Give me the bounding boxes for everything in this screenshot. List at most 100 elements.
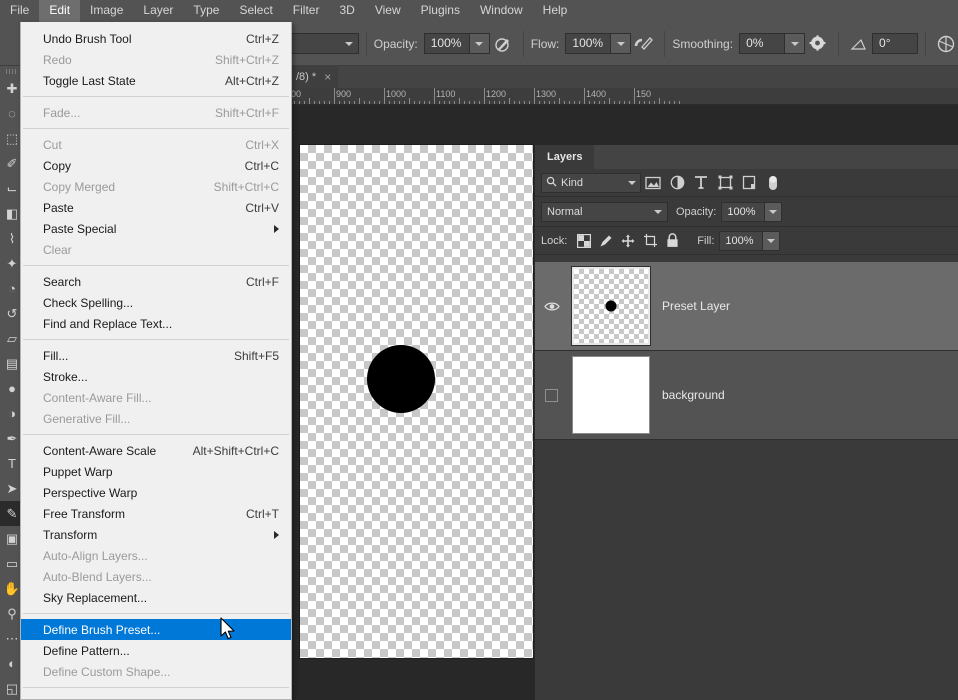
tab-layers[interactable]: Layers [535, 145, 594, 169]
edit-menu-item-define-brush-preset[interactable]: Define Brush Preset... [21, 619, 291, 640]
layer-kind-filter[interactable]: Kind [541, 173, 641, 193]
flow-combo[interactable]: 100% [565, 33, 631, 54]
layer-thumbnail[interactable] [572, 356, 650, 434]
document-canvas[interactable] [300, 145, 533, 658]
brush-mode-combo[interactable] [289, 22, 359, 66]
edit-menu-item-transform[interactable]: Transform [21, 524, 291, 545]
menu-help[interactable]: Help [533, 0, 578, 22]
screen-mode-button-glyph: ◱ [6, 682, 18, 695]
symmetry-icon[interactable] [933, 31, 958, 57]
edit-menu-item-sky-replacement[interactable]: Sky Replacement... [21, 587, 291, 608]
eraser-tool-glyph: ▱ [7, 332, 17, 345]
quick-mask-button-glyph: ◐ [8, 657, 16, 670]
menu-item-label: Check Spelling... [43, 296, 279, 310]
fill-dropdown-button[interactable] [763, 231, 780, 251]
lock-artboard-nesting-icon[interactable] [639, 230, 661, 252]
edit-menu-item-find-and-replace-text[interactable]: Find and Replace Text... [21, 313, 291, 334]
layer-opacity-input[interactable]: 100% [721, 202, 765, 222]
layer-row[interactable]: Preset Layer [535, 262, 958, 351]
edit-menu-item-paste[interactable]: PasteCtrl+V [21, 197, 291, 218]
blur-tool-glyph: ● [8, 382, 16, 395]
ruler-minor-tick [554, 101, 555, 104]
edit-menu-item-free-transform[interactable]: Free TransformCtrl+T [21, 503, 291, 524]
edit-menu-item-check-spelling[interactable]: Check Spelling... [21, 292, 291, 313]
layer-name[interactable]: Preset Layer [654, 299, 730, 313]
layer-opacity-dropdown-button[interactable] [765, 202, 782, 222]
lock-all-icon[interactable] [661, 230, 683, 252]
edit-menu-item-copy[interactable]: CopyCtrl+C [21, 155, 291, 176]
menu-item-label: Copy [43, 159, 227, 173]
edit-menu-item-toggle-last-state[interactable]: Toggle Last StateAlt+Ctrl+Z [21, 70, 291, 91]
menu-layer[interactable]: Layer [133, 0, 183, 22]
edit-menu-item-undo-brush-tool[interactable]: Undo Brush ToolCtrl+Z [21, 28, 291, 49]
opacity-group: Opacity: 100% [374, 22, 516, 66]
edit-menu-item-define-pattern[interactable]: Define Pattern... [21, 640, 291, 661]
layer-visibility-eye-icon[interactable] [535, 301, 568, 312]
ruler-minor-tick [494, 101, 495, 104]
ruler-minor-tick [369, 101, 370, 104]
close-icon[interactable]: × [324, 71, 331, 83]
document-tab[interactable]: /8) * × [288, 66, 338, 88]
layers-panel-tabs: Layers [535, 145, 958, 169]
ruler-minor-tick [679, 101, 680, 104]
ruler-minor-tick [529, 101, 530, 104]
ruler-minor-tick [294, 101, 295, 104]
menu-separator [23, 128, 289, 129]
layer-name[interactable]: background [654, 388, 725, 402]
layer-thumbnail[interactable] [572, 267, 650, 345]
menu-view[interactable]: View [365, 0, 411, 22]
edit-menu-item-stroke[interactable]: Stroke... [21, 366, 291, 387]
edit-menu-item-puppet-warp[interactable]: Puppet Warp [21, 461, 291, 482]
filter-smart-object-icon[interactable] [737, 172, 761, 194]
lock-image-pixels-icon[interactable] [595, 230, 617, 252]
brush-mode-field[interactable] [289, 33, 359, 54]
edit-menu-item-search[interactable]: SearchCtrl+F [21, 271, 291, 292]
filter-pixel-icon[interactable] [641, 172, 665, 194]
edit-menu-item-fill[interactable]: Fill...Shift+F5 [21, 345, 291, 366]
menu-image[interactable]: Image [80, 0, 133, 22]
gear-icon[interactable] [805, 31, 831, 57]
lock-transparent-pixels-icon[interactable] [573, 230, 595, 252]
opacity-input[interactable]: 100% [424, 33, 470, 54]
smoothing-combo[interactable]: 0% [739, 33, 805, 54]
menu-select[interactable]: Select [229, 0, 282, 22]
fill-input[interactable]: 100% [719, 231, 763, 251]
menu-type[interactable]: Type [183, 0, 229, 22]
ruler-minor-tick [379, 101, 380, 104]
layer-visibility-toggle[interactable] [535, 389, 568, 402]
filter-adjustment-icon[interactable] [665, 172, 689, 194]
edit-menu-item-perspective-warp[interactable]: Perspective Warp [21, 482, 291, 503]
ruler-minor-tick [374, 101, 375, 104]
menu-item-shortcut: Ctrl+C [227, 159, 279, 173]
filter-shape-icon[interactable] [713, 172, 737, 194]
opacity-pressure-icon[interactable] [490, 31, 516, 57]
submenu-arrow-icon [274, 225, 279, 233]
menu-window[interactable]: Window [470, 0, 533, 22]
smoothing-dropdown-button[interactable] [785, 33, 805, 54]
lock-position-icon[interactable] [617, 230, 639, 252]
edit-menu-item-purge[interactable]: Purge [21, 693, 291, 700]
menu-file[interactable]: File [0, 0, 39, 22]
flow-dropdown-button[interactable] [611, 33, 631, 54]
blend-mode-select[interactable]: Normal [541, 202, 668, 222]
menu-edit[interactable]: Edit [39, 0, 80, 22]
edit-menu-item-paste-special[interactable]: Paste Special [21, 218, 291, 239]
airbrush-icon[interactable] [631, 31, 657, 57]
menu-3d[interactable]: 3D [329, 0, 364, 22]
filters-toggle-icon[interactable] [761, 172, 785, 194]
filter-type-icon[interactable] [689, 172, 713, 194]
opacity-dropdown-button[interactable] [470, 33, 490, 54]
photoshop-window: FileEditImageLayerTypeSelectFilter3DView… [0, 0, 958, 700]
menu-filter[interactable]: Filter [283, 0, 330, 22]
smoothing-input[interactable]: 0% [739, 33, 785, 54]
layer-row[interactable]: background [535, 351, 958, 440]
layer-thumbnail-wrap [568, 356, 654, 434]
edit-menu-item-content-aware-scale[interactable]: Content-Aware ScaleAlt+Shift+Ctrl+C [21, 440, 291, 461]
angle-input[interactable]: 0° [872, 33, 918, 54]
flow-input[interactable]: 100% [565, 33, 611, 54]
menu-item-shortcut: Shift+Ctrl+Z [197, 53, 279, 67]
edit-toolbar-button-glyph: ⋯ [6, 632, 19, 645]
ruler-minor-tick [424, 101, 425, 104]
opacity-combo[interactable]: 100% [424, 33, 490, 54]
menu-plugins[interactable]: Plugins [411, 0, 470, 22]
